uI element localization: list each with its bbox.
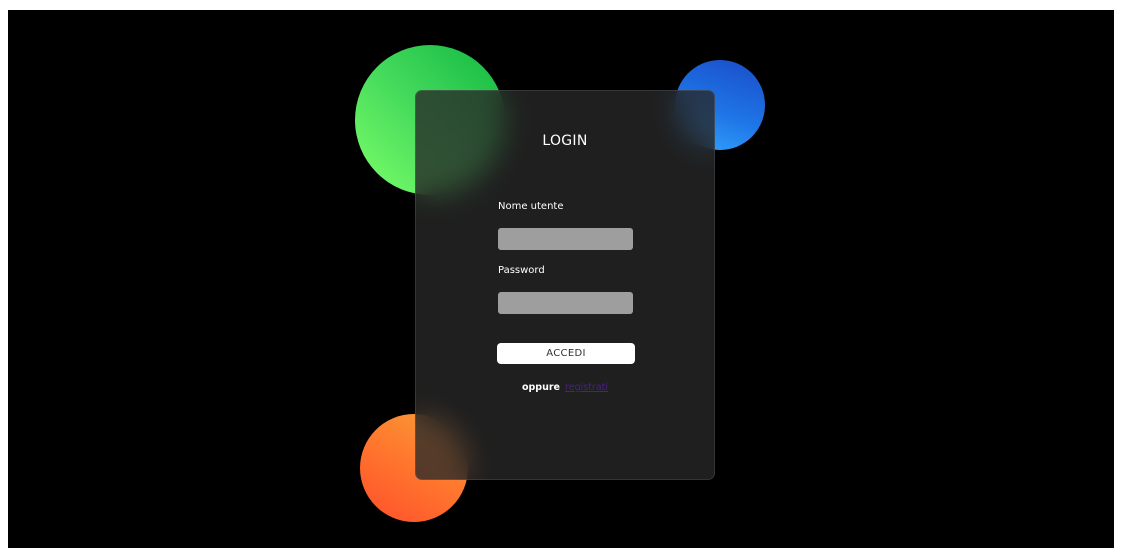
register-link[interactable]: registrati [565, 382, 608, 393]
register-prompt: oppure registrati [416, 382, 714, 393]
username-input[interactable] [498, 228, 633, 250]
password-input[interactable] [498, 292, 633, 314]
page-background: LOGIN Nome utente Password ACCEDI oppure… [8, 10, 1114, 548]
login-submit-button[interactable]: ACCEDI [497, 343, 635, 364]
username-label: Nome utente [498, 201, 564, 212]
password-label: Password [498, 265, 545, 276]
login-title: LOGIN [542, 133, 588, 149]
register-prompt-text: oppure [521, 382, 560, 393]
login-card: LOGIN Nome utente Password ACCEDI oppure… [415, 90, 715, 480]
